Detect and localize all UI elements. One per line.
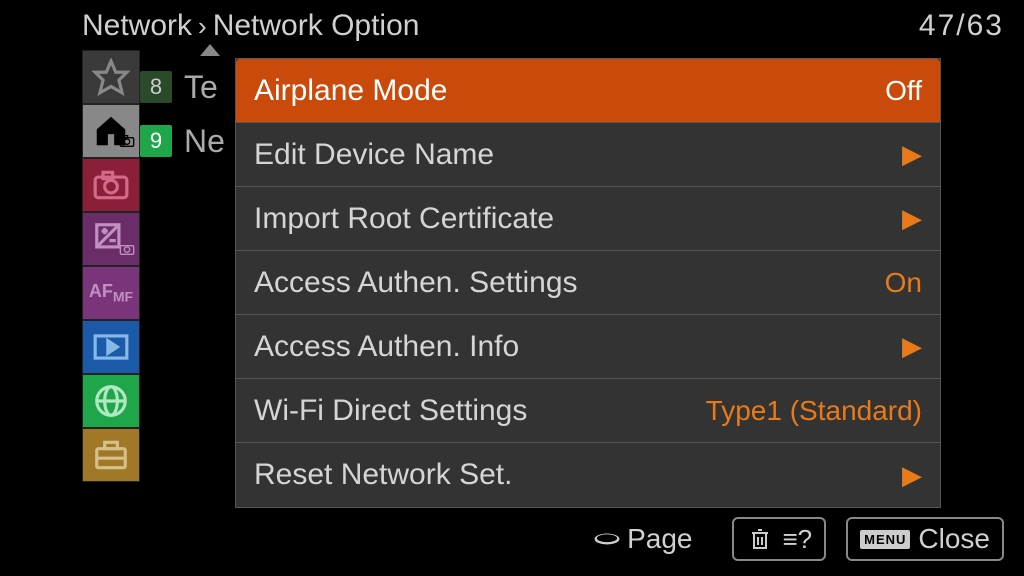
menu-item-wifi-direct-settings[interactable]: Wi-Fi Direct Settings Type1 (Standard) [236, 379, 940, 443]
menu-item-label: Edit Device Name [254, 138, 894, 172]
scroll-up-indicator [200, 44, 220, 56]
menu-item-label: Import Root Certificate [254, 202, 894, 236]
menu-item-label: Reset Network Set. [254, 458, 894, 492]
trash-icon [746, 527, 774, 551]
chevron-right-icon: ▶ [902, 203, 922, 234]
tab-focus[interactable]: AFMF [82, 266, 140, 320]
camera-badge-icon [119, 134, 135, 153]
tab-favorites[interactable] [82, 50, 140, 104]
wheel-icon [593, 527, 621, 551]
crumb-network: Network [82, 9, 192, 43]
category-rail: AFMF [82, 50, 140, 482]
menu-panel: Airplane Mode Off Edit Device Name ▶ Imp… [235, 58, 941, 508]
badge-9: 9 [140, 125, 172, 157]
menu-item-edit-device-name[interactable]: Edit Device Name ▶ [236, 123, 940, 187]
help-icon: ≡? [782, 524, 812, 555]
menu-item-access-authen-settings[interactable]: Access Authen. Settings On [236, 251, 940, 315]
tab-network[interactable] [82, 374, 140, 428]
menu-chip: MENU [860, 530, 910, 549]
bg-item-8-label: Te [184, 69, 218, 106]
menu-item-reset-network[interactable]: Reset Network Set. ▶ [236, 443, 940, 507]
menu-item-label: Access Authen. Settings [254, 266, 885, 300]
globe-icon [92, 382, 130, 420]
page-label: Page [627, 523, 692, 555]
tab-shooting[interactable] [82, 158, 140, 212]
menu-item-value: Off [885, 75, 922, 107]
menu-item-label: Wi-Fi Direct Settings [254, 394, 706, 428]
menu-item-value: On [885, 267, 922, 299]
chevron-right-icon: ▶ [902, 331, 922, 362]
tab-exposure[interactable] [82, 212, 140, 266]
chevron-right-icon: ▶ [902, 139, 922, 170]
close-label: Close [918, 523, 990, 555]
badge-8: 8 [140, 71, 172, 103]
tab-playback[interactable] [82, 320, 140, 374]
briefcase-icon [92, 436, 130, 474]
menu-item-access-authen-info[interactable]: Access Authen. Info ▶ [236, 315, 940, 379]
tab-main[interactable] [82, 104, 140, 158]
menu-item-value: Type1 (Standard) [706, 395, 922, 427]
menu-item-label: Airplane Mode [254, 74, 885, 108]
camera-badge-icon [119, 242, 135, 261]
tab-setup[interactable] [82, 428, 140, 482]
playback-icon [92, 328, 130, 366]
footer-bar: Page ≡? MENU Close [82, 514, 1004, 564]
afmf-icon: AFMF [89, 282, 133, 304]
chevron-right-icon: ▶ [902, 460, 922, 491]
chevron-right-icon: › [198, 11, 207, 42]
breadcrumb: Network › Network Option 47/63 [82, 8, 1004, 44]
star-icon [92, 58, 130, 96]
close-button[interactable]: MENU Close [846, 517, 1004, 561]
page-counter: 47/63 [919, 9, 1004, 43]
menu-item-import-root-cert[interactable]: Import Root Certificate ▶ [236, 187, 940, 251]
page-control[interactable]: Page [593, 523, 692, 555]
crumb-network-option: Network Option [213, 9, 420, 43]
camera-icon [92, 166, 130, 204]
help-button[interactable]: ≡? [732, 517, 826, 561]
menu-item-airplane-mode[interactable]: Airplane Mode Off [236, 59, 940, 123]
menu-item-label: Access Authen. Info [254, 330, 894, 364]
bg-item-9-label: Ne [184, 123, 225, 160]
